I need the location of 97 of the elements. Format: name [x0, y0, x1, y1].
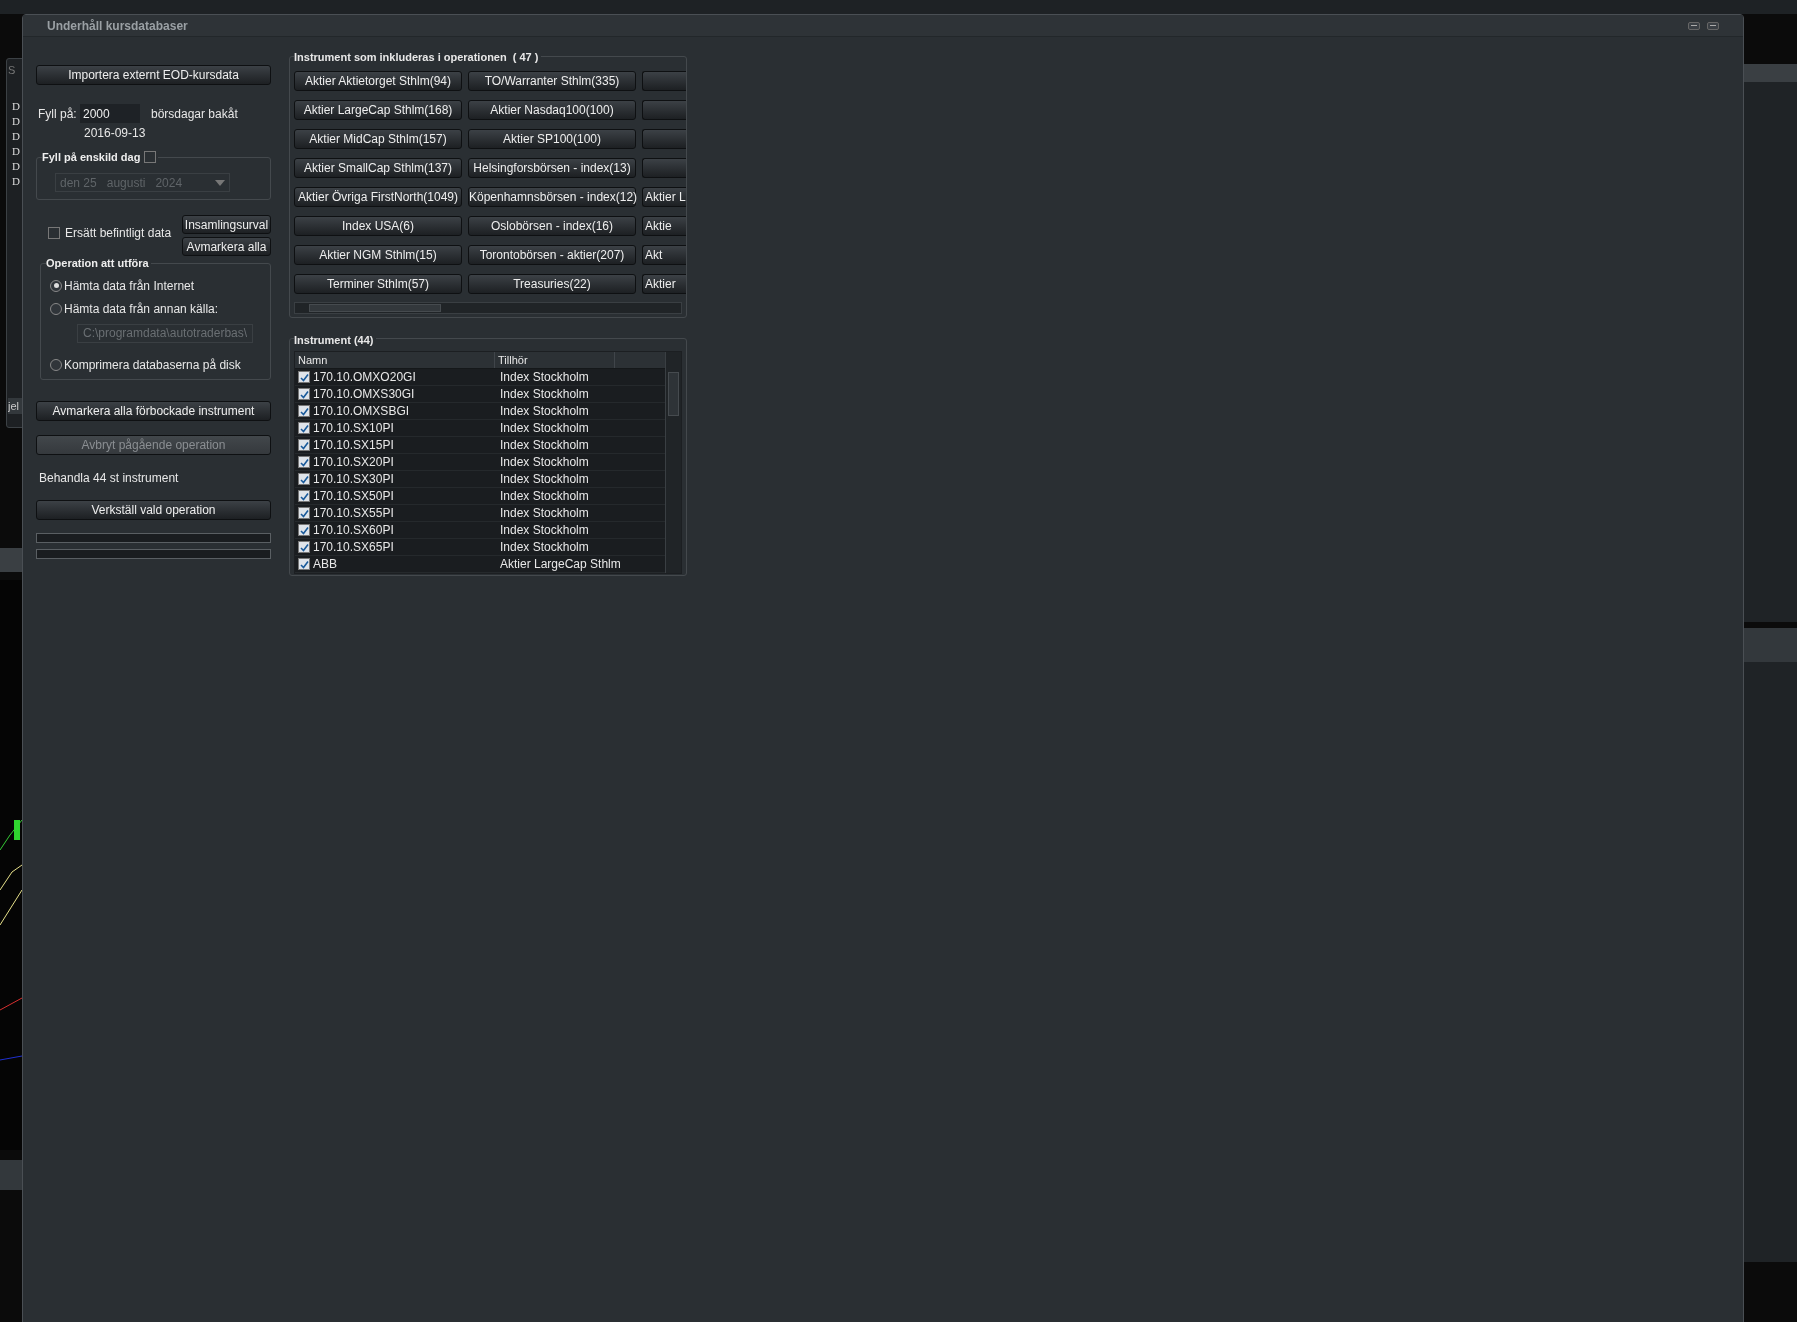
- table-cell-text: 170.10.SX20PI: [313, 454, 394, 471]
- list-text: D: [12, 159, 20, 173]
- table-cell: Index Stockholm: [500, 523, 589, 537]
- radio-button[interactable]: [50, 302, 62, 315]
- radio-option[interactable]: Hämta data från annan källa:: [50, 301, 271, 316]
- panel-title: S: [8, 63, 16, 78]
- group-title: Operation att utföra: [46, 255, 149, 271]
- group-button[interactable]: Aktie: [642, 216, 686, 236]
- group-button[interactable]: Aktier LargeCap Sthlm(168): [294, 100, 462, 120]
- group-title: Instrument som inkluderas i operationen: [294, 50, 507, 65]
- list-text: D: [12, 144, 20, 158]
- group-button[interactable]: Aktier SmallCap Sthlm(137): [294, 158, 462, 178]
- minimize-button[interactable]: [1707, 21, 1719, 30]
- table-cell: Index Stockholm: [500, 540, 589, 554]
- checkbox[interactable]: [48, 227, 60, 239]
- table-cell-text: 170.10.SX60PI: [313, 522, 394, 539]
- restore-button[interactable]: [1688, 21, 1700, 30]
- side-button[interactable]: Insamlingsurval: [182, 215, 271, 234]
- table-cell: Index Stockholm: [500, 404, 589, 418]
- table-cell: Aktier LargeCap Sthlm: [500, 557, 621, 571]
- table-cell: Index Stockholm: [500, 455, 589, 469]
- table-cell-text: 170.10.SX30PI: [313, 471, 394, 488]
- tab-label: jel: [8, 398, 22, 414]
- checkbox[interactable]: [144, 151, 157, 163]
- list-text: D: [12, 114, 20, 128]
- group-button[interactable]: Aktier: [642, 274, 686, 294]
- group-button[interactable]: TO/Warranter Sthlm(335): [468, 71, 636, 91]
- status-text: Behandla 44 st instrument: [39, 470, 180, 483]
- list-text: D: [12, 129, 20, 143]
- checkbox[interactable]: [298, 524, 310, 536]
- group-button[interactable]: Torontobörsen - aktier(207): [468, 245, 636, 265]
- list-text: D: [12, 174, 20, 188]
- group-button[interactable]: Index USA(6): [294, 216, 462, 236]
- checkbox[interactable]: [298, 388, 310, 400]
- column-header[interactable]: Namn: [295, 352, 495, 368]
- group-button[interactable]: Terminer Sthlm(57): [294, 274, 462, 294]
- unit-label: börsdagar bakåt: [151, 105, 238, 123]
- table-cell-text: 170.10.OMXS30GI: [313, 386, 415, 403]
- date-text: 2016-09-13: [84, 125, 147, 141]
- table-cell-text: 170.10.SX15PI: [313, 437, 394, 454]
- checkbox[interactable]: [298, 405, 310, 417]
- checkbox[interactable]: [298, 422, 310, 434]
- radio-button[interactable]: [50, 358, 62, 371]
- table-cell-text: 170.10.OMXSBGI: [313, 403, 410, 420]
- field-label: Fyll på:: [38, 105, 78, 123]
- checkbox[interactable]: [298, 507, 310, 519]
- table-cell: Index Stockholm: [500, 421, 589, 435]
- window-title: Underhåll kursdatabaser: [47, 17, 188, 35]
- group-button[interactable]: Aktier NGM Sthlm(15): [294, 245, 462, 265]
- import-button[interactable]: Importera externt EOD-kursdata: [36, 65, 271, 85]
- radio-option[interactable]: Komprimera databaserna på disk: [50, 357, 271, 372]
- vertical-scrollbar[interactable]: [665, 352, 681, 573]
- days-input[interactable]: 2000: [80, 104, 140, 123]
- group-title: Fyll på enskild dag: [42, 149, 141, 165]
- toolbar-panel: [0, 548, 22, 572]
- group-button[interactable]: Aktier MidCap Sthlm(157): [294, 129, 462, 149]
- checkbox[interactable]: [298, 371, 310, 383]
- radio-option[interactable]: Hämta data från Internet: [50, 278, 271, 293]
- side-button[interactable]: Avmarkera alla: [182, 237, 271, 256]
- table-cell-text: ABB: [313, 556, 337, 573]
- run-button[interactable]: Verkställ vald operation: [36, 500, 271, 520]
- table-cell-text: 170.10.SX65PI: [313, 539, 394, 556]
- group-button[interactable]: Oslobörsen - index(16): [468, 216, 636, 236]
- table-cell-text: 170.10.SX50PI: [313, 488, 394, 505]
- checkbox[interactable]: [298, 558, 310, 570]
- checkbox[interactable]: [298, 439, 310, 451]
- table-cell: Index Stockholm: [500, 370, 589, 384]
- table-cell: Index Stockholm: [500, 387, 589, 401]
- table-cell: Index Stockholm: [500, 489, 589, 503]
- table-cell-text: 170.10.OMXO20GI: [313, 369, 416, 386]
- radio-button[interactable]: [50, 279, 62, 292]
- group-button[interactable]: Treasuries(22): [468, 274, 636, 294]
- table-cell-text: 170.10.SX55PI: [313, 505, 394, 522]
- table-cell-text: 170.10.SX10PI: [313, 420, 394, 437]
- column-header[interactable]: Tillhör: [495, 352, 615, 368]
- table-cell: Index Stockholm: [500, 506, 589, 520]
- horizontal-scrollbar[interactable]: [294, 302, 682, 314]
- list-text: D: [12, 99, 20, 113]
- checkbox[interactable]: [298, 541, 310, 553]
- group-button[interactable]: Aktier L: [642, 187, 686, 207]
- group-button[interactable]: Aktier Nasdaq100(100): [468, 100, 636, 120]
- group-button[interactable]: Helsingforsbörsen - index(13): [468, 158, 636, 178]
- action-button[interactable]: Avmarkera alla förbockade instrument: [36, 401, 271, 421]
- checkbox-label: Ersätt befintligt data: [65, 225, 172, 242]
- table-cell: Index Stockholm: [500, 438, 589, 452]
- group-button[interactable]: Aktier Övriga FirstNorth(1049): [294, 187, 462, 207]
- group-button[interactable]: Köpenhamnsbörsen - index(12): [468, 187, 636, 207]
- group-title: Instrument (44): [294, 334, 374, 346]
- checkbox[interactable]: [298, 490, 310, 502]
- group-button[interactable]: Aktier Aktietorget Sthlm(94): [294, 71, 462, 91]
- count-label: ( 47 ): [512, 50, 539, 65]
- dropdown-arrow-icon: [215, 179, 225, 186]
- group-button[interactable]: Akt: [642, 245, 686, 265]
- checkbox[interactable]: [298, 456, 310, 468]
- table-cell: Index Stockholm: [500, 472, 589, 486]
- checkbox[interactable]: [298, 473, 310, 485]
- group-button[interactable]: Aktier SP100(100): [468, 129, 636, 149]
